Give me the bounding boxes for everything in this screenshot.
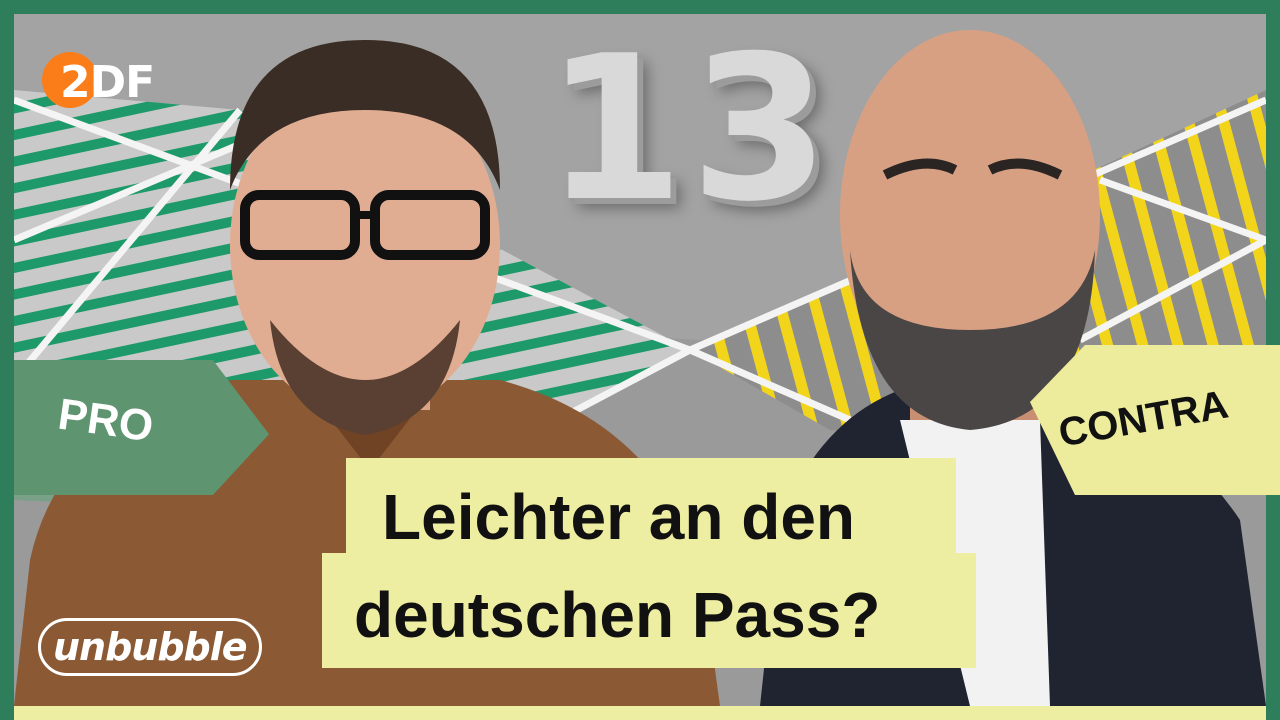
contra-tag: CONTRA (1030, 345, 1280, 495)
headline-line1: Leichter an den (382, 481, 855, 553)
headline-box: Leichter an den deutschen Pass? (322, 458, 976, 668)
headline-line2: deutschen Pass? (354, 579, 881, 651)
unbubble-logo: unbubble (38, 618, 262, 676)
zdf-logo: 2DF (42, 52, 192, 112)
zdf-logo-text: 2DF (60, 57, 155, 108)
thumbnail: 13 2DF PRO CONTRA Leichter an den deutsc… (0, 0, 1280, 720)
pro-tag: PRO (14, 360, 269, 495)
